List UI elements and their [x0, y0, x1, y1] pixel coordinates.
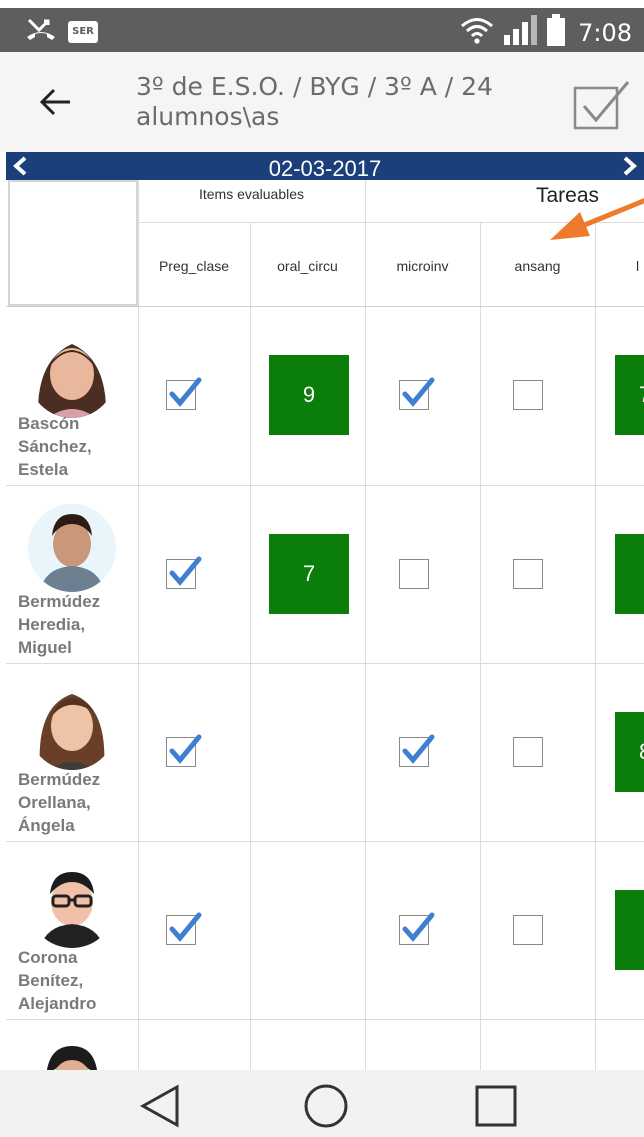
check-icon: [402, 912, 435, 942]
save-button[interactable]: [572, 78, 632, 130]
current-date: 02-03-2017: [268, 156, 382, 180]
checkbox-microinv[interactable]: [399, 377, 435, 410]
grid-line: [6, 306, 644, 307]
checkbox-preg-clase[interactable]: [166, 912, 202, 945]
checkbox-check-icon: [573, 81, 630, 130]
corner-cell: [8, 180, 138, 306]
chevron-right-icon: [623, 156, 638, 176]
checkbox-preg-clase[interactable]: [166, 556, 202, 589]
avatar: [28, 682, 116, 770]
student-name[interactable]: Bascón Sánchez, Estela: [18, 412, 142, 481]
grade-next-column[interactable]: [615, 534, 644, 614]
app-bar: 3º de E.S.O. / BYG / 3º A / 24 alumnos\a…: [0, 52, 644, 152]
grid-line: [6, 1019, 644, 1020]
checkbox-ansang[interactable]: [513, 559, 543, 589]
check-icon: [402, 734, 435, 764]
status-bar: SER 7:08: [0, 8, 644, 52]
checkbox-microinv[interactable]: [399, 912, 435, 945]
group-label-tareas: Tareas: [536, 184, 600, 207]
nav-back-button[interactable]: [136, 1082, 184, 1130]
page-title: 3º de E.S.O. / BYG / 3º A / 24 alumnos\a…: [136, 72, 493, 131]
checkbox-preg-clase[interactable]: [166, 377, 202, 410]
checkbox-ansang[interactable]: [513, 915, 543, 945]
grid-line: [6, 485, 644, 486]
navigation-bar: [0, 1070, 644, 1137]
grade-next-column[interactable]: 8: [615, 712, 644, 792]
avatar: [28, 504, 116, 592]
student-name[interactable]: Bermúdez Heredia, Miguel: [18, 590, 142, 659]
grid-line: [480, 222, 481, 1070]
signal-icon: [502, 15, 538, 50]
battery-icon: [546, 14, 566, 51]
missed-call-icon: [26, 17, 56, 46]
nav-home-button[interactable]: [302, 1082, 350, 1130]
avatar: [28, 860, 116, 948]
grid-line: [365, 180, 366, 1070]
grade-oral-circu[interactable]: 9: [269, 355, 349, 435]
avatar: [28, 1038, 116, 1070]
checkbox-ansang[interactable]: [513, 737, 543, 767]
check-icon: [402, 377, 435, 407]
recents-square-icon: [475, 1085, 517, 1127]
back-button[interactable]: [34, 80, 78, 124]
checkbox-preg-clase[interactable]: [166, 734, 202, 767]
grid-line: [138, 222, 644, 223]
status-bar-right: 7:08: [460, 14, 632, 51]
column-header-ansang[interactable]: ansang: [480, 258, 595, 274]
next-date-button[interactable]: [616, 152, 644, 180]
evaluation-grid: Items evaluables Tareas Preg_clase oral_…: [6, 180, 644, 1070]
back-triangle-icon: [139, 1084, 179, 1128]
checkbox-microinv[interactable]: [399, 559, 429, 589]
avatar: [28, 330, 116, 418]
grade-next-column[interactable]: 7: [615, 355, 644, 435]
grid-line: [250, 222, 251, 1070]
column-header-next[interactable]: l: [636, 258, 644, 274]
date-bar: 02-03-2017: [6, 152, 644, 180]
column-header-preg-clase[interactable]: Preg_clase: [138, 258, 250, 274]
grid-line: [595, 222, 596, 1070]
arrow-left-icon: [40, 88, 70, 116]
grid-line: [6, 841, 644, 842]
student-name[interactable]: Corona Benítez, Alejandro: [18, 946, 142, 1015]
column-header-microinv[interactable]: microinv: [365, 258, 480, 274]
radio-ser-icon: SER: [68, 20, 98, 43]
group-label-items: Items evaluables: [198, 186, 305, 202]
checkbox-ansang[interactable]: [513, 380, 543, 410]
checkbox-microinv[interactable]: [399, 734, 435, 767]
check-icon: [169, 912, 202, 942]
student-name[interactable]: Bermúdez Orellana, Ángela: [18, 768, 142, 837]
check-icon: [169, 377, 202, 407]
status-bar-left: SER: [26, 17, 98, 46]
status-time: 7:08: [578, 18, 632, 47]
wifi-icon: [460, 16, 494, 49]
grade-next-column[interactable]: [615, 890, 644, 970]
grade-oral-circu[interactable]: 7: [269, 534, 349, 614]
column-header-oral-circu[interactable]: oral_circu: [250, 258, 365, 274]
check-icon: [169, 556, 202, 586]
grid-line: [6, 663, 644, 664]
nav-recents-button[interactable]: [472, 1082, 520, 1130]
check-icon: [169, 734, 202, 764]
home-circle-icon: [304, 1084, 348, 1128]
